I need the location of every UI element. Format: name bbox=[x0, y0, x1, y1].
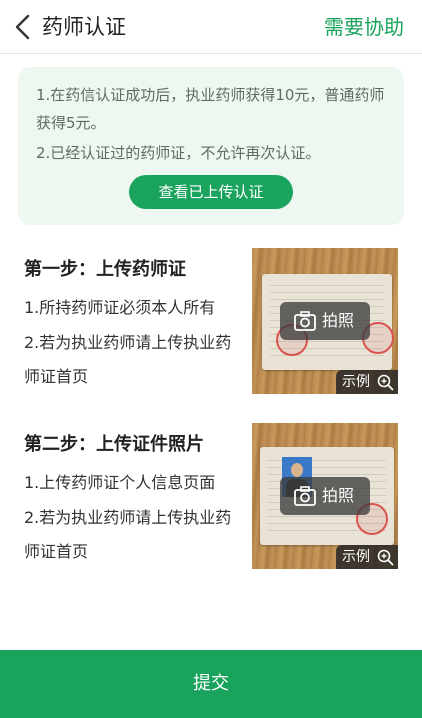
step-2-title: 第二步：上传证件照片 bbox=[24, 434, 204, 455]
submit-button[interactable]: 提交 bbox=[0, 650, 422, 718]
notice-line-1: 1.在药信认证成功后，执业药师获得10元，普通药师获得5元。 bbox=[36, 86, 385, 132]
notice-box: 1.在药信认证成功后，执业药师获得10元，普通药师获得5元。 2.已经认证过的药… bbox=[18, 67, 404, 225]
step-2-example-button[interactable]: 示例 bbox=[336, 545, 398, 569]
step-1-line-1: 1.所持药师证必须本人所有 bbox=[24, 298, 216, 317]
step-1-title: 第一步：上传药师证 bbox=[24, 259, 186, 280]
step-1-line-3: 师证首页 bbox=[24, 367, 89, 386]
step-1-shoot-button[interactable]: 拍照 bbox=[280, 302, 370, 340]
step-2-upload-photo[interactable]: 拍照 示例 bbox=[252, 423, 398, 569]
zoom-in-icon bbox=[377, 549, 394, 566]
example-label: 示例 bbox=[342, 549, 370, 565]
camera-icon bbox=[294, 311, 316, 331]
zoom-in-icon bbox=[377, 374, 394, 391]
header-bar: 药师认证 需要协助 bbox=[0, 0, 422, 54]
step-1-line-2: 2.若为执业药师请上传执业药 bbox=[24, 333, 232, 352]
page-title: 药师认证 bbox=[42, 15, 126, 39]
step-2-line-1: 1.上传药师证个人信息页面 bbox=[24, 473, 216, 492]
view-uploaded-button[interactable]: 查看已上传认证 bbox=[129, 175, 293, 209]
notice-line-2: 2.已经认证过的药师证，不允许再次认证。 bbox=[36, 144, 321, 162]
step-1-example-button[interactable]: 示例 bbox=[336, 370, 398, 394]
step-2-shoot-button[interactable]: 拍照 bbox=[280, 477, 370, 515]
step-1-upload-photo[interactable]: 拍照 示例 bbox=[252, 248, 398, 394]
step-2-line-3: 师证首页 bbox=[24, 542, 89, 561]
help-link[interactable]: 需要协助 bbox=[324, 13, 404, 41]
camera-icon bbox=[294, 486, 316, 506]
step-2-line-2: 2.若为执业药师请上传执业药 bbox=[24, 508, 232, 527]
back-chevron-icon[interactable] bbox=[12, 14, 34, 40]
example-label: 示例 bbox=[342, 374, 370, 390]
shoot-label: 拍照 bbox=[322, 486, 355, 505]
shoot-label: 拍照 bbox=[322, 311, 355, 330]
